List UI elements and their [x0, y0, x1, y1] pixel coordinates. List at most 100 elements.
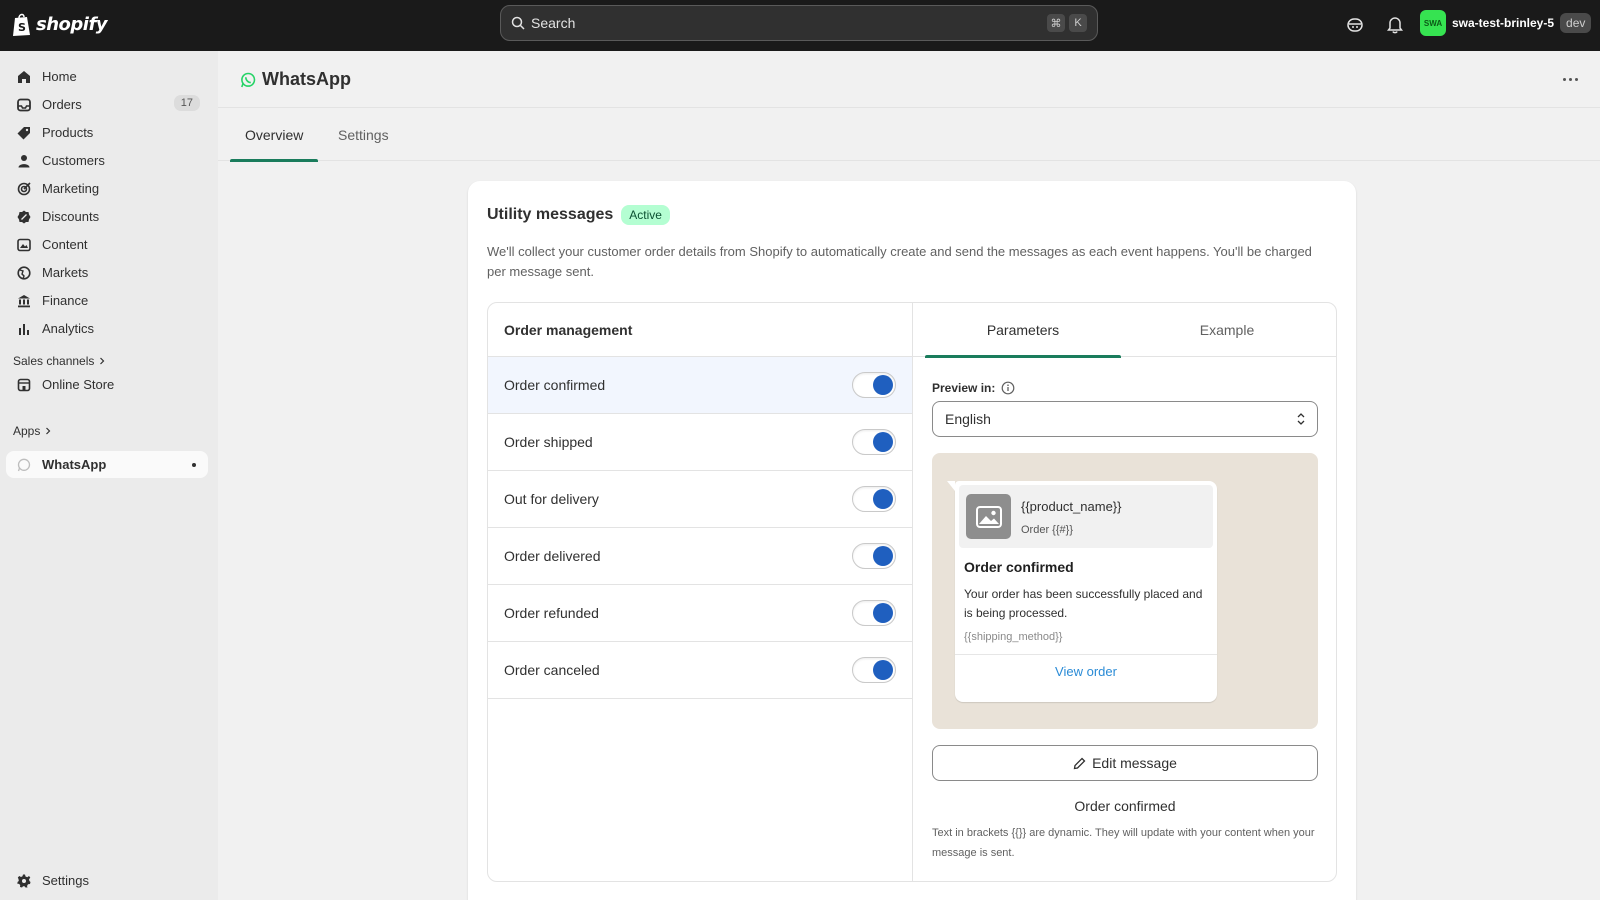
- message-bubble: {{product_name}} Order {{#}} Order confi…: [947, 481, 1217, 702]
- message-divider: [955, 654, 1217, 655]
- sales-channels-label: Sales channels: [13, 354, 95, 368]
- notifications-button[interactable]: [1384, 14, 1406, 36]
- order-confirmed-toggle[interactable]: [852, 372, 896, 398]
- apps-label: Apps: [13, 424, 41, 438]
- edit-message-button[interactable]: Edit message: [932, 745, 1318, 781]
- utility-messages-card: Utility messages Active We'll collect yo…: [468, 181, 1356, 900]
- sidebar-item-discounts[interactable]: Discounts: [6, 203, 208, 230]
- sidebar-item-label: Content: [42, 237, 88, 252]
- order-refunded-toggle[interactable]: [852, 600, 896, 626]
- product-name: {{product_name}}: [1021, 499, 1122, 514]
- language-value: English: [945, 411, 991, 427]
- sidebar-item-home[interactable]: Home: [6, 63, 208, 90]
- sidebar-item-orders[interactable]: Orders 17: [6, 91, 208, 118]
- chevron-right-icon: [46, 427, 51, 435]
- bell-icon: [1387, 17, 1403, 34]
- event-row-order-confirmed[interactable]: Order confirmed: [488, 357, 912, 414]
- event-row-out-for-delivery[interactable]: Out for delivery: [488, 471, 912, 528]
- page-header: WhatsApp: [218, 51, 1600, 108]
- orders-count-badge: 17: [173, 95, 200, 111]
- out-for-delivery-toggle[interactable]: [852, 486, 896, 512]
- sidebar-item-analytics[interactable]: Analytics: [6, 315, 208, 342]
- person-icon: [16, 153, 32, 169]
- store-name: swa-test-brinley-5: [1452, 16, 1555, 30]
- sidebar-item-whatsapp[interactable]: WhatsApp: [6, 451, 208, 478]
- message-title: Order confirmed: [964, 559, 1074, 575]
- globe-icon: [16, 265, 32, 281]
- toggle-knob: [873, 660, 893, 680]
- event-row-order-delivered[interactable]: Order delivered: [488, 528, 912, 585]
- event-label: Order refunded: [504, 605, 599, 621]
- sidebar-item-label: Discounts: [42, 209, 100, 224]
- sidebar-item-label: Online Store: [42, 377, 115, 392]
- preview-label: Preview in:: [932, 381, 1015, 395]
- sidebar-item-online-store[interactable]: Online Store: [6, 371, 208, 398]
- view-order-link[interactable]: View order: [955, 664, 1217, 679]
- more-actions-button[interactable]: [1558, 69, 1582, 89]
- sidekick-button[interactable]: [1344, 14, 1366, 36]
- active-dot: [192, 463, 196, 467]
- sidebar-item-label: Marketing: [42, 181, 100, 196]
- chevron-right-icon: [100, 357, 105, 365]
- event-label: Order delivered: [504, 548, 601, 564]
- discount-icon: [16, 209, 32, 225]
- store-switcher[interactable]: SWA swa-test-brinley-5 dev: [1420, 10, 1592, 36]
- order-delivered-toggle[interactable]: [852, 543, 896, 569]
- tab-settings[interactable]: Settings: [338, 108, 389, 161]
- message-settings-panel: Order management Order confirmed Order s…: [487, 302, 1337, 882]
- sidebar-item-label: Markets: [42, 265, 89, 280]
- whatsapp-icon: [16, 457, 32, 473]
- tab-example[interactable]: Example: [1129, 303, 1325, 357]
- info-icon[interactable]: [1001, 381, 1015, 395]
- sidebar-item-label: Settings: [42, 873, 89, 888]
- sidebar-item-label: Home: [42, 69, 77, 84]
- sidekick-icon: [1347, 18, 1363, 32]
- sidebar-item-markets[interactable]: Markets: [6, 259, 208, 286]
- dot-icon: [1568, 77, 1572, 81]
- dot-icon: [1562, 77, 1566, 81]
- page-tabs: Overview Settings: [218, 108, 1600, 162]
- list-title: Order management: [488, 303, 912, 357]
- message-body: Your order has been successfully placed …: [964, 587, 1203, 620]
- sidebar: Home Orders 17 Products Customers Market…: [0, 51, 218, 900]
- dot-icon: [1574, 77, 1578, 81]
- tab-parameters[interactable]: Parameters: [925, 303, 1121, 358]
- logo-text: shopify: [36, 14, 108, 35]
- sidebar-item-products[interactable]: Products: [6, 119, 208, 146]
- event-label: Order shipped: [504, 434, 593, 450]
- sidebar-item-label: Analytics: [42, 321, 95, 336]
- search-bar[interactable]: Search ⌘ K: [500, 5, 1098, 41]
- event-row-order-shipped[interactable]: Order shipped: [488, 414, 912, 471]
- page-title-text: WhatsApp: [262, 69, 351, 89]
- toggle-knob: [873, 546, 893, 566]
- sidebar-item-finance[interactable]: Finance: [6, 287, 208, 314]
- sidebar-item-settings[interactable]: Settings: [6, 867, 208, 894]
- k-key: K: [1069, 14, 1087, 32]
- order-canceled-toggle[interactable]: [852, 657, 896, 683]
- sales-channels-section[interactable]: Sales channels: [13, 354, 106, 368]
- toggle-knob: [873, 603, 893, 623]
- shopify-logo[interactable]: S shopify: [12, 12, 108, 37]
- image-placeholder-icon: [966, 494, 1011, 539]
- event-row-order-canceled[interactable]: Order canceled: [488, 642, 912, 699]
- bubble-tail: [947, 481, 955, 491]
- event-row-order-refunded[interactable]: Order refunded: [488, 585, 912, 642]
- language-select[interactable]: English: [932, 401, 1318, 437]
- edit-message-label: Edit message: [1092, 755, 1177, 771]
- tab-overview[interactable]: Overview: [229, 108, 319, 162]
- sidebar-item-label: Orders: [42, 97, 82, 112]
- apps-section[interactable]: Apps: [13, 424, 52, 438]
- search-icon: [511, 16, 525, 30]
- sidebar-item-customers[interactable]: Customers: [6, 147, 208, 174]
- sidebar-item-label: Products: [42, 125, 94, 140]
- template-name: Order confirmed: [1074, 798, 1176, 814]
- toggle-knob: [873, 432, 893, 452]
- order-shipped-toggle[interactable]: [852, 429, 896, 455]
- card-description: We'll collect your customer order detail…: [487, 244, 1312, 279]
- sidebar-item-content[interactable]: Content: [6, 231, 208, 258]
- card-title: Utility messages Active: [487, 205, 670, 225]
- preview-label-text: Preview in:: [932, 381, 996, 395]
- sidebar-item-marketing[interactable]: Marketing: [6, 175, 208, 202]
- svg-text:S: S: [18, 21, 26, 34]
- message-footer: {{shipping_method}}: [964, 631, 1063, 643]
